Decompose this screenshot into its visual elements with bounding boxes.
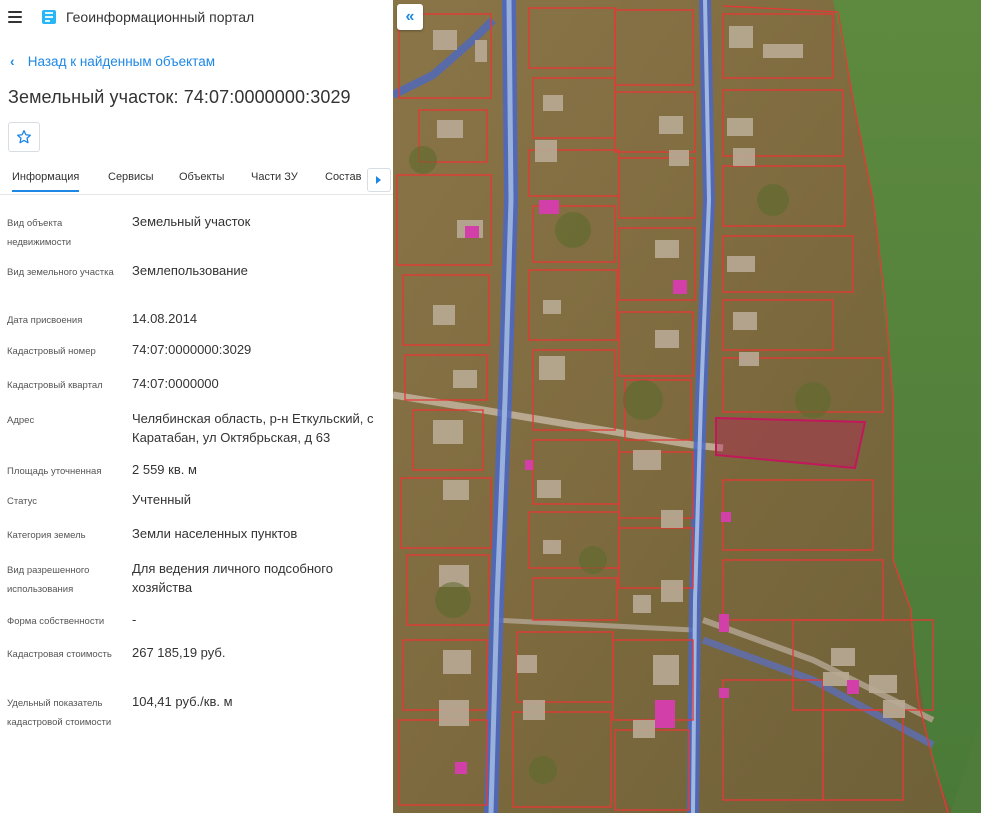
back-link[interactable]: ‹ Назад к найденным объектам [10,54,215,69]
info-value: 74:07:0000000:3029 [132,342,252,357]
info-panel: Геоинформационный портал ‹ Назад к найде… [0,0,393,813]
satellite-map[interactable] [393,0,981,813]
page-title: Земельный участок: 74:07:0000000:3029 [8,87,351,107]
logo-icon [42,10,56,24]
info-label: Категория земель [7,530,86,541]
menu-icon[interactable] [8,11,22,23]
info-label: Дата присвоения [7,315,83,326]
info-value: 267 185,19 руб. [132,645,226,660]
back-link-label: Назад к найденным объектам [27,54,216,69]
info-value: 2 559 кв. м [132,462,197,477]
star-icon [17,130,31,144]
tab-services[interactable]: Сервисы [108,171,154,183]
info-label: Площадь уточненная [7,466,102,477]
info-label: Вид земельного участка [7,267,114,278]
info-value: 104,41 руб./кв. м [132,694,233,709]
info-value: - [132,612,137,627]
info-value: Земли населенных пунктов [132,526,298,541]
info-label: Удельный показатель кадастровой стоимост… [7,698,112,728]
info-value: Челябинская область, р-н Еткульский, с К… [132,411,374,445]
tab-composition[interactable]: Состав [325,171,361,183]
info-label: Кадастровая стоимость [7,649,112,660]
top-bar: Геоинформационный портал [0,0,393,36]
info-value: Учтенный [132,492,192,507]
tab-objects[interactable]: Объекты [179,171,224,183]
tab-parts[interactable]: Части ЗУ [251,171,298,183]
chevron-left-icon: ‹ [10,54,15,69]
info-value: Землепользование [132,263,248,278]
info-value: Земельный участок [132,214,251,229]
map-view[interactable]: « [393,0,981,813]
info-label: Вид разрешенного использования [7,565,90,595]
info-value: Для ведения личного подсобного хозяйства [132,561,333,595]
info-label: Кадастровый квартал [7,380,103,391]
info-label: Форма собственности [7,616,105,627]
info-label: Вид объекта недвижимости [7,218,72,248]
collapse-panel-button[interactable]: « [397,4,423,30]
app-title: Геоинформационный портал [66,9,255,25]
tab-bar: Информация Сервисы Объекты Части ЗУ Сост… [0,164,393,195]
info-label: Кадастровый номер [7,346,96,357]
favorite-button[interactable] [8,122,40,152]
info-value: 14.08.2014 [132,311,198,326]
info-label: Адрес [7,415,35,426]
chevron-right-icon[interactable] [367,168,391,192]
info-label: Статус [7,496,38,507]
tab-info[interactable]: Информация [12,171,80,192]
info-value: 74:07:0000000 [132,376,219,391]
